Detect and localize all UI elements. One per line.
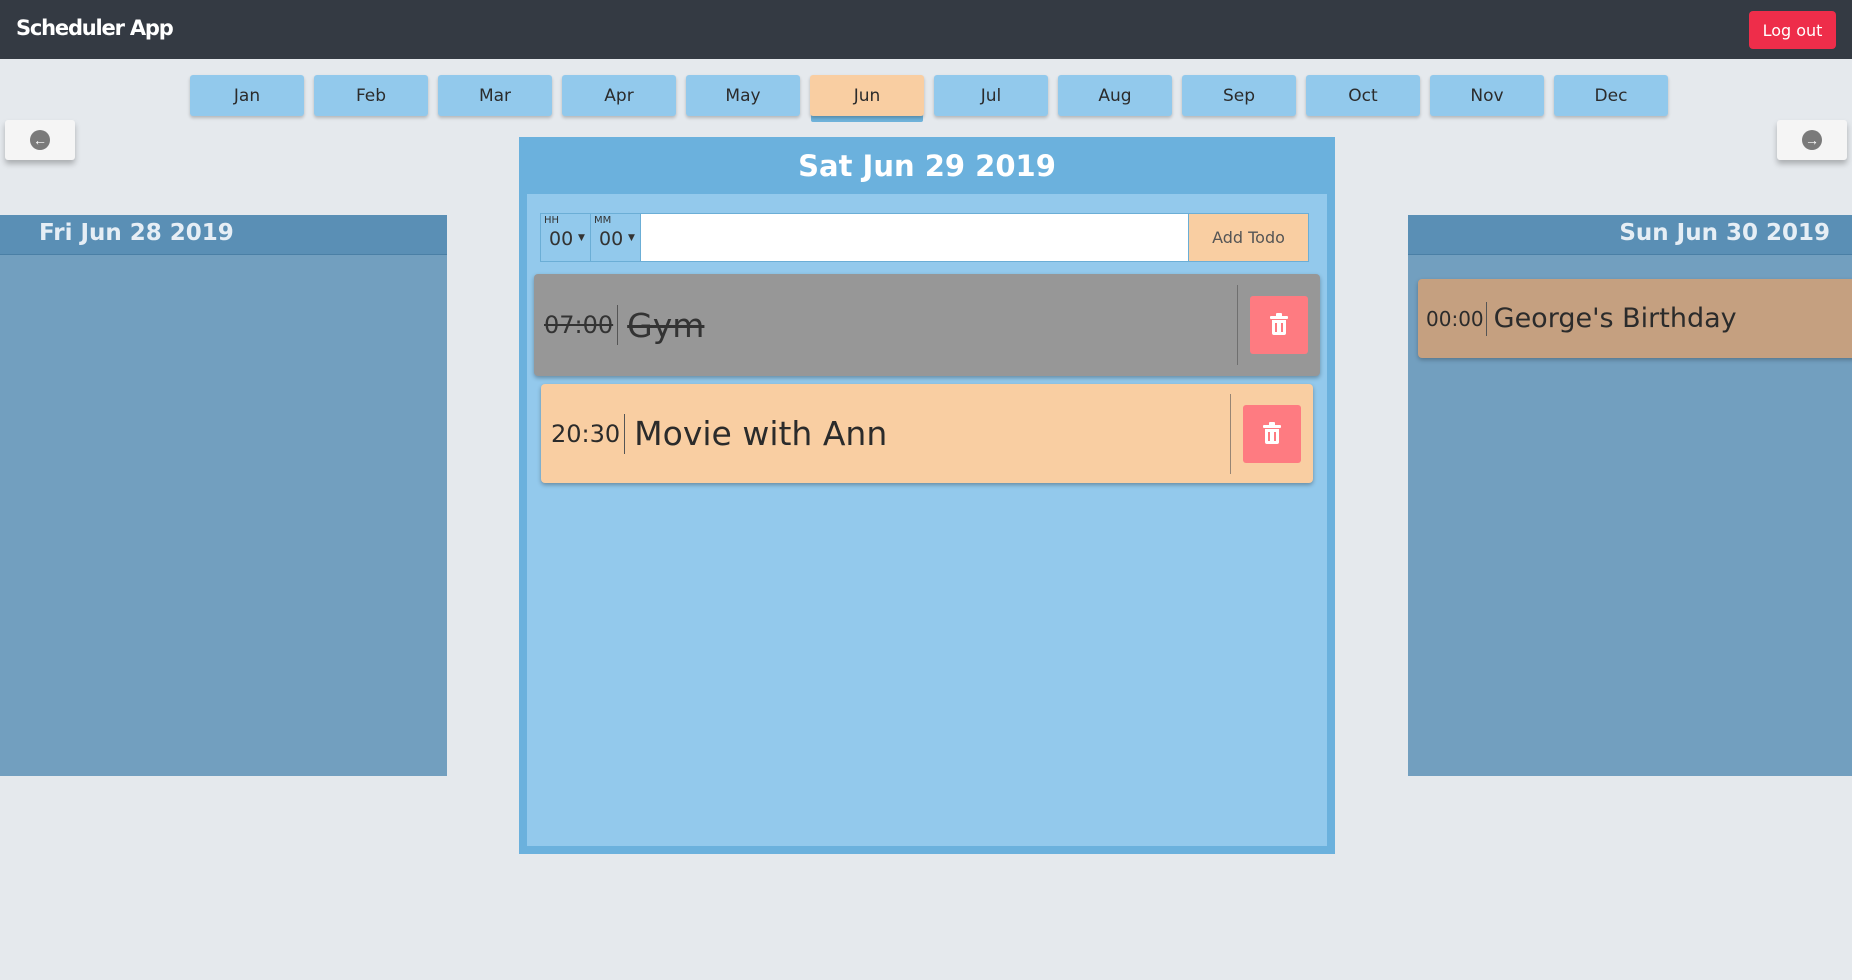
delete-todo-button[interactable]: [1250, 296, 1308, 354]
todo-item[interactable]: 20:30 Movie with Ann: [541, 384, 1313, 483]
month-feb-button[interactable]: Feb: [314, 75, 428, 116]
month-jun-button[interactable]: Jun: [810, 75, 924, 116]
top-navbar: Scheduler App Log out: [0, 0, 1852, 59]
caret-down-icon: ▼: [578, 233, 585, 243]
previous-day-button[interactable]: ←: [5, 120, 75, 160]
next-day-title: Sun Jun 30 2019: [1408, 215, 1852, 255]
current-day-panel: Sat Jun 29 2019 HH 00 ▼ MM 00 ▼ Add Todo…: [519, 137, 1335, 854]
logout-button[interactable]: Log out: [1749, 11, 1836, 49]
current-day-title: Sat Jun 29 2019: [798, 149, 1056, 183]
month-apr-button[interactable]: Apr: [562, 75, 676, 116]
delete-todo-button[interactable]: [1243, 404, 1301, 463]
current-day-body: HH 00 ▼ MM 00 ▼ Add Todo 07:00 Gym 20:30…: [527, 194, 1327, 846]
month-mar-button[interactable]: Mar: [438, 75, 552, 116]
todo-divider: [1237, 285, 1238, 365]
month-nov-button[interactable]: Nov: [1430, 75, 1544, 116]
month-selector: Jan Feb Mar Apr May Jun Jul Aug Sep Oct …: [190, 75, 1668, 123]
arrow-circle-left-icon: ←: [30, 130, 50, 150]
todo-title: Gym: [627, 305, 705, 345]
add-todo-button[interactable]: Add Todo: [1188, 214, 1308, 261]
month-aug-button[interactable]: Aug: [1058, 75, 1172, 116]
hour-value: 00: [549, 228, 574, 250]
minute-value: 00: [599, 228, 624, 250]
next-day-panel[interactable]: Sun Jun 30 2019 00:00 George's Birthday: [1408, 215, 1852, 776]
month-oct-button[interactable]: Oct: [1306, 75, 1420, 116]
next-day-button[interactable]: →: [1777, 120, 1847, 160]
todo-time: 20:30: [541, 413, 626, 454]
month-jul-button[interactable]: Jul: [934, 75, 1048, 116]
month-dec-button[interactable]: Dec: [1554, 75, 1668, 116]
todo-time: 07:00: [534, 305, 619, 345]
hour-select[interactable]: HH 00 ▼: [541, 214, 591, 261]
hour-label: HH: [544, 215, 560, 226]
todo-time: 00:00: [1418, 301, 1487, 336]
previous-day-panel[interactable]: Fri Jun 28 2019: [0, 215, 447, 776]
month-jan-button[interactable]: Jan: [190, 75, 304, 116]
minute-select[interactable]: MM 00 ▼: [591, 214, 641, 261]
trash-icon: [1263, 421, 1281, 444]
todo-title: Movie with Ann: [634, 414, 888, 453]
trash-icon: [1270, 313, 1288, 335]
previous-day-title: Fri Jun 28 2019: [0, 215, 447, 255]
caret-down-icon: ▼: [628, 233, 635, 243]
todo-item[interactable]: 07:00 Gym: [534, 274, 1320, 376]
add-todo-form: HH 00 ▼ MM 00 ▼ Add Todo: [540, 213, 1309, 262]
month-may-button[interactable]: May: [686, 75, 800, 116]
todo-title: George's Birthday: [1493, 303, 1737, 334]
arrow-circle-right-icon: →: [1802, 130, 1822, 150]
minute-label: MM: [594, 215, 612, 226]
todo-item[interactable]: 00:00 George's Birthday: [1418, 279, 1852, 358]
todo-text-input[interactable]: [641, 214, 1188, 261]
month-sep-button[interactable]: Sep: [1182, 75, 1296, 116]
app-brand[interactable]: Scheduler App: [16, 16, 174, 40]
todo-divider: [1230, 393, 1231, 474]
